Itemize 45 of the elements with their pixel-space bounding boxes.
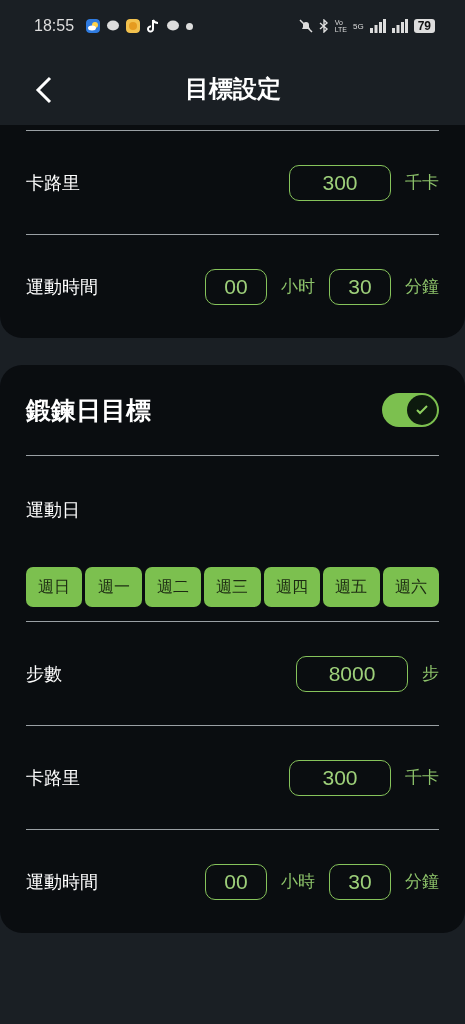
unit-label: 分鐘 — [405, 275, 439, 298]
unit-label: 小时 — [281, 275, 315, 298]
coin-app-icon — [126, 19, 141, 33]
page-title: 目標設定 — [184, 73, 281, 105]
battery-level: 79 — [413, 19, 435, 33]
signal-icon — [391, 19, 408, 33]
day-chip[interactable]: 週二 — [144, 567, 202, 607]
day-chip[interactable]: 週四 — [263, 567, 321, 607]
number-picker[interactable]: 00 — [205, 863, 267, 900]
unit-label: 分鐘 — [405, 870, 439, 893]
status-time: 18:55 — [34, 17, 75, 35]
number-picker[interactable]: 300 — [289, 164, 391, 201]
unit-label: 千卡 — [405, 766, 439, 789]
section-label: 運動日 — [26, 498, 81, 522]
chat-bubble-icon — [106, 19, 121, 33]
bluetooth-icon — [318, 19, 329, 33]
row-label: 卡路里 — [26, 170, 81, 195]
row-label: 運動時間 — [26, 869, 99, 894]
card-title: 鍛鍊日目標 — [26, 394, 152, 427]
unit-label: 小時 — [281, 870, 315, 893]
weather-app-icon — [86, 19, 101, 33]
signal-icon — [369, 19, 386, 33]
number-picker[interactable]: 30 — [329, 268, 391, 305]
music-note-icon — [146, 19, 161, 33]
day-chip[interactable]: 週日 — [26, 567, 83, 607]
unit-label: 千卡 — [405, 171, 439, 194]
check-icon — [415, 403, 429, 417]
chat-bubble-icon — [166, 19, 181, 33]
day-chip[interactable]: 週五 — [323, 567, 380, 607]
network-label: 5G — [352, 21, 364, 31]
muted-bell-icon — [298, 19, 313, 33]
row-label: 運動時間 — [26, 274, 99, 299]
day-chip[interactable]: 週三 — [204, 567, 261, 607]
dot-icon — [186, 22, 194, 30]
number-picker[interactable]: 00 — [205, 268, 267, 305]
row-label: 卡路里 — [26, 765, 81, 790]
day-chip[interactable]: 週六 — [382, 567, 439, 607]
day-chip[interactable]: 週一 — [85, 567, 142, 607]
unit-label: 步 — [422, 662, 439, 685]
number-picker[interactable]: 300 — [289, 759, 391, 796]
number-picker[interactable]: 8000 — [296, 655, 408, 692]
row-label: 步數 — [26, 661, 63, 686]
back-icon[interactable] — [34, 76, 54, 104]
toggle-switch[interactable] — [382, 393, 439, 427]
number-picker[interactable]: 30 — [329, 863, 391, 900]
